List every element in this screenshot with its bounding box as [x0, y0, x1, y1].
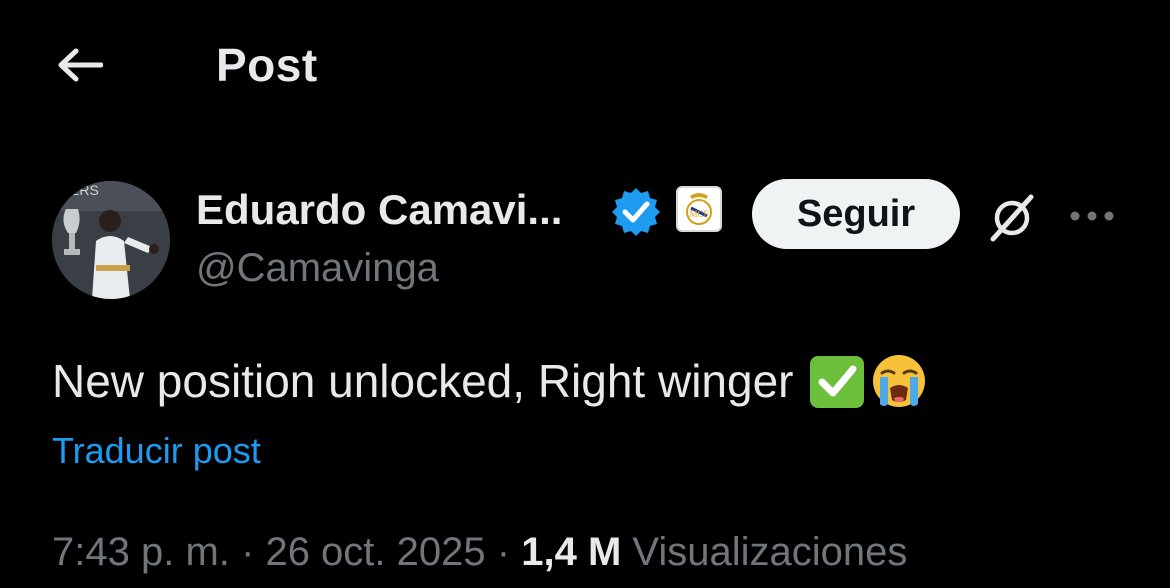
more-options-button[interactable] [1066, 196, 1118, 236]
post-meta: 7:43 p. m. · 26 oct. 2025 · 1,4 M Visual… [52, 530, 907, 575]
more-horizontal-icon [1070, 211, 1114, 221]
post-date[interactable]: 26 oct. 2025 [265, 530, 485, 574]
back-button[interactable] [50, 40, 110, 90]
meta-separator: · [241, 530, 255, 574]
avatar-banner-text: ERS [70, 182, 99, 198]
views-label[interactable]: Visualizaciones [632, 530, 907, 574]
follow-button[interactable]: Seguir [752, 179, 960, 249]
grok-icon [990, 194, 1034, 242]
post-time[interactable]: 7:43 p. m. [52, 530, 230, 574]
loudly-crying-face-emoji [870, 352, 928, 410]
arrow-left-icon [58, 48, 103, 82]
page-title: Post [216, 39, 318, 91]
check-mark-button-emoji [808, 352, 866, 410]
real-madrid-crest-icon[interactable]: MCF [676, 186, 722, 232]
author-name[interactable]: Eduardo Camavi... [196, 186, 562, 234]
views-count[interactable]: 1,4 M [521, 530, 621, 574]
translate-post-link[interactable]: Traducir post [52, 430, 261, 472]
top-bar: Post [0, 0, 1170, 130]
verified-badge-icon [610, 186, 662, 238]
meta-separator: · [496, 530, 511, 574]
avatar[interactable]: ERS [52, 181, 170, 299]
post-text-content: New position unlocked, Right winger [52, 355, 794, 407]
grok-button[interactable] [984, 190, 1040, 246]
svg-text:MCF: MCF [689, 209, 708, 219]
author-handle: @Camavinga [196, 246, 439, 290]
post-text: New position unlocked, Right winger [52, 352, 928, 410]
avatar-image: ERS [52, 181, 170, 299]
